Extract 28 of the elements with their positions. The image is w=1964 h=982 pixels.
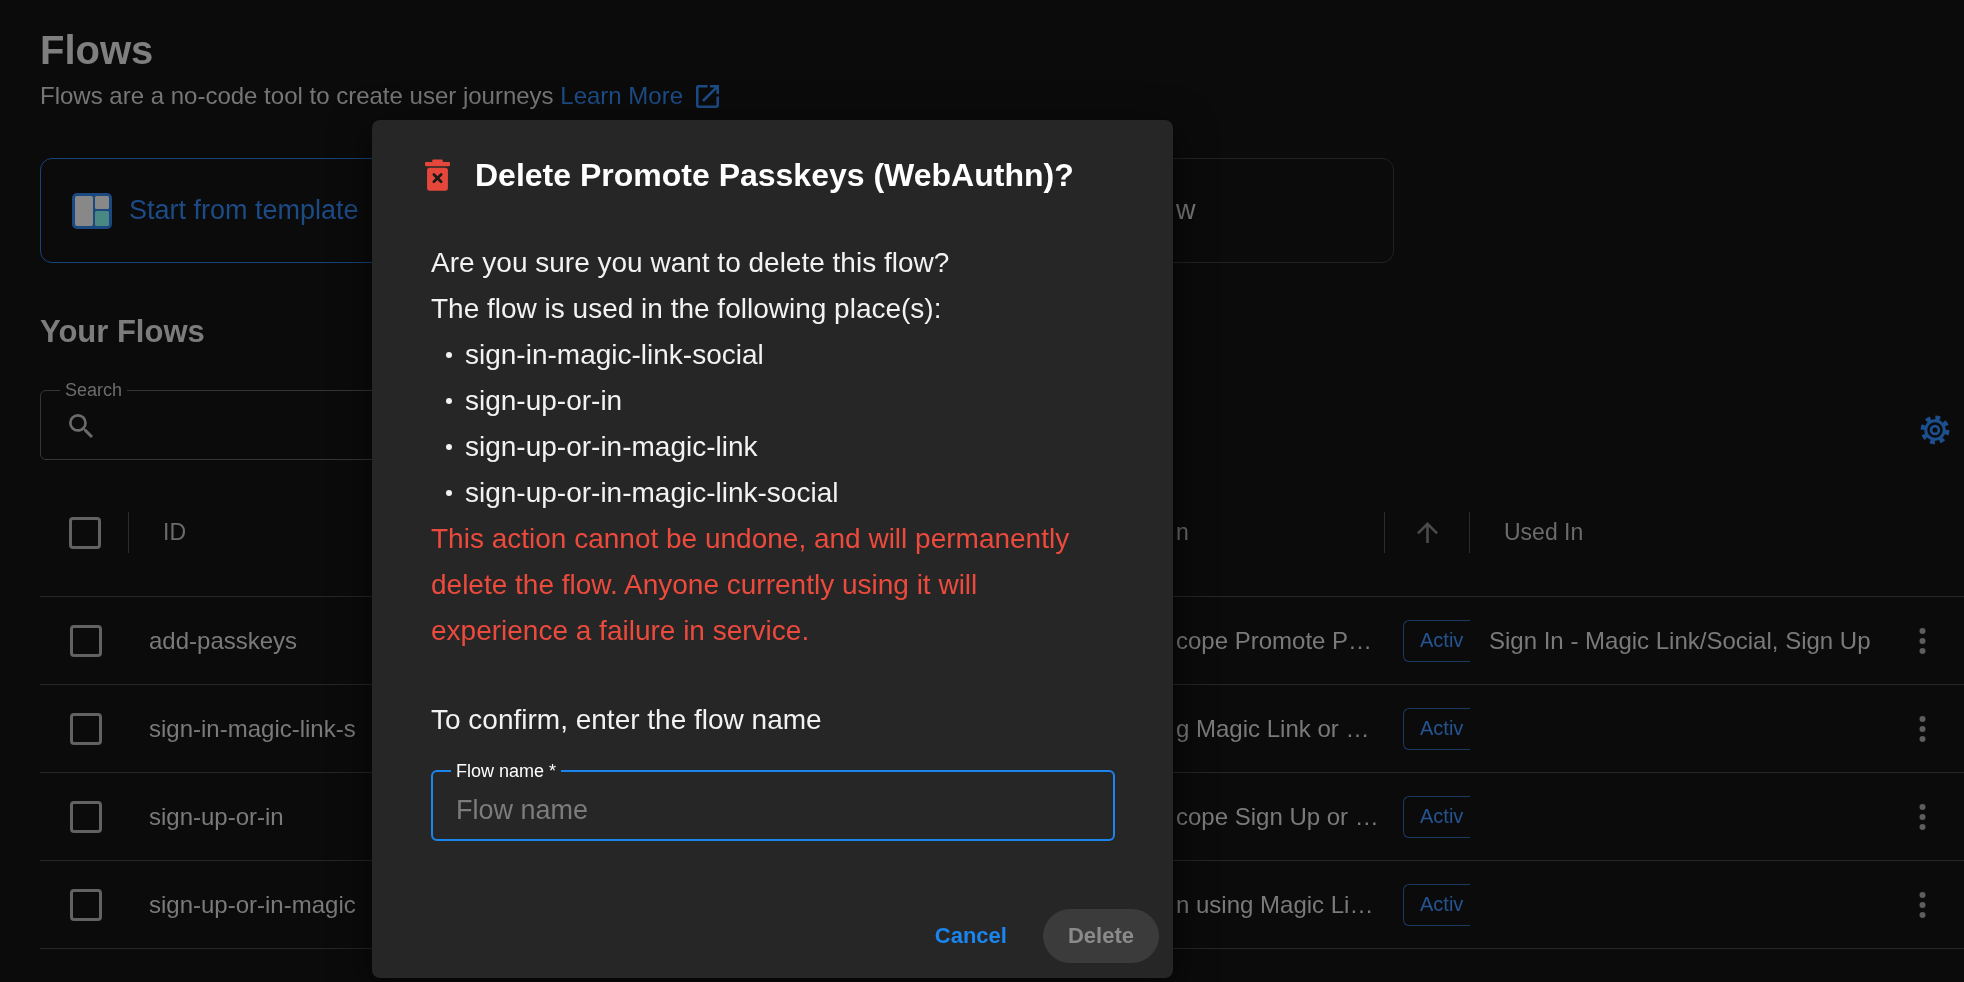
page-title: Flows — [40, 27, 154, 74]
flow-id: sign-up-or-in — [149, 802, 284, 831]
used-in-text: Sign In - Magic Link/Social, Sign Up — [1489, 626, 1871, 655]
confirm-prompt: To confirm, enter the flow name — [431, 703, 822, 737]
flow-id: add-passkeys — [149, 626, 298, 655]
status-badge: Activ — [1403, 619, 1470, 662]
column-header: ID — [163, 519, 186, 546]
warning-text: This action cannot be undone, and will permanently delete the flow. Anyone currently using it will experience a failure in service. — [431, 522, 1071, 648]
status-badge: Activ — [1403, 795, 1470, 838]
usage-item: sign-in-magic-link-social — [465, 338, 764, 372]
usage-item: sign-up-or-in-magic-link-social — [465, 476, 839, 510]
flow-id: sign-in-magic-link-s — [149, 714, 356, 743]
column-header: Used In — [1504, 519, 1584, 546]
flow-id: sign-up-or-in-magic — [149, 890, 356, 919]
page-subtitle: Flows are a no-code tool to create user journeys Learn More — [40, 81, 719, 111]
status-badge: Activ — [1403, 707, 1470, 750]
flow-description: cope Promote P… — [1176, 626, 1373, 655]
flow-description: cope Sign Up or … — [1176, 802, 1379, 831]
usage-intro: The flow is used in the following place(s): — [431, 292, 942, 326]
dialog-title: Delete Promote Passkeys (WebAuthn)? — [475, 156, 1074, 195]
section-heading: Your Flows — [40, 313, 205, 351]
flow-description: g Magic Link or … — [1176, 714, 1370, 743]
column-header: n — [1176, 519, 1189, 546]
usage-item: sign-up-or-in-magic-link — [465, 430, 758, 464]
flow-description: n using Magic Li… — [1176, 890, 1374, 919]
status-badge: Activ — [1403, 883, 1470, 926]
dialog-question: Are you sure you want to delete this flow? — [431, 246, 950, 280]
usage-item: sign-up-or-in — [465, 384, 623, 418]
